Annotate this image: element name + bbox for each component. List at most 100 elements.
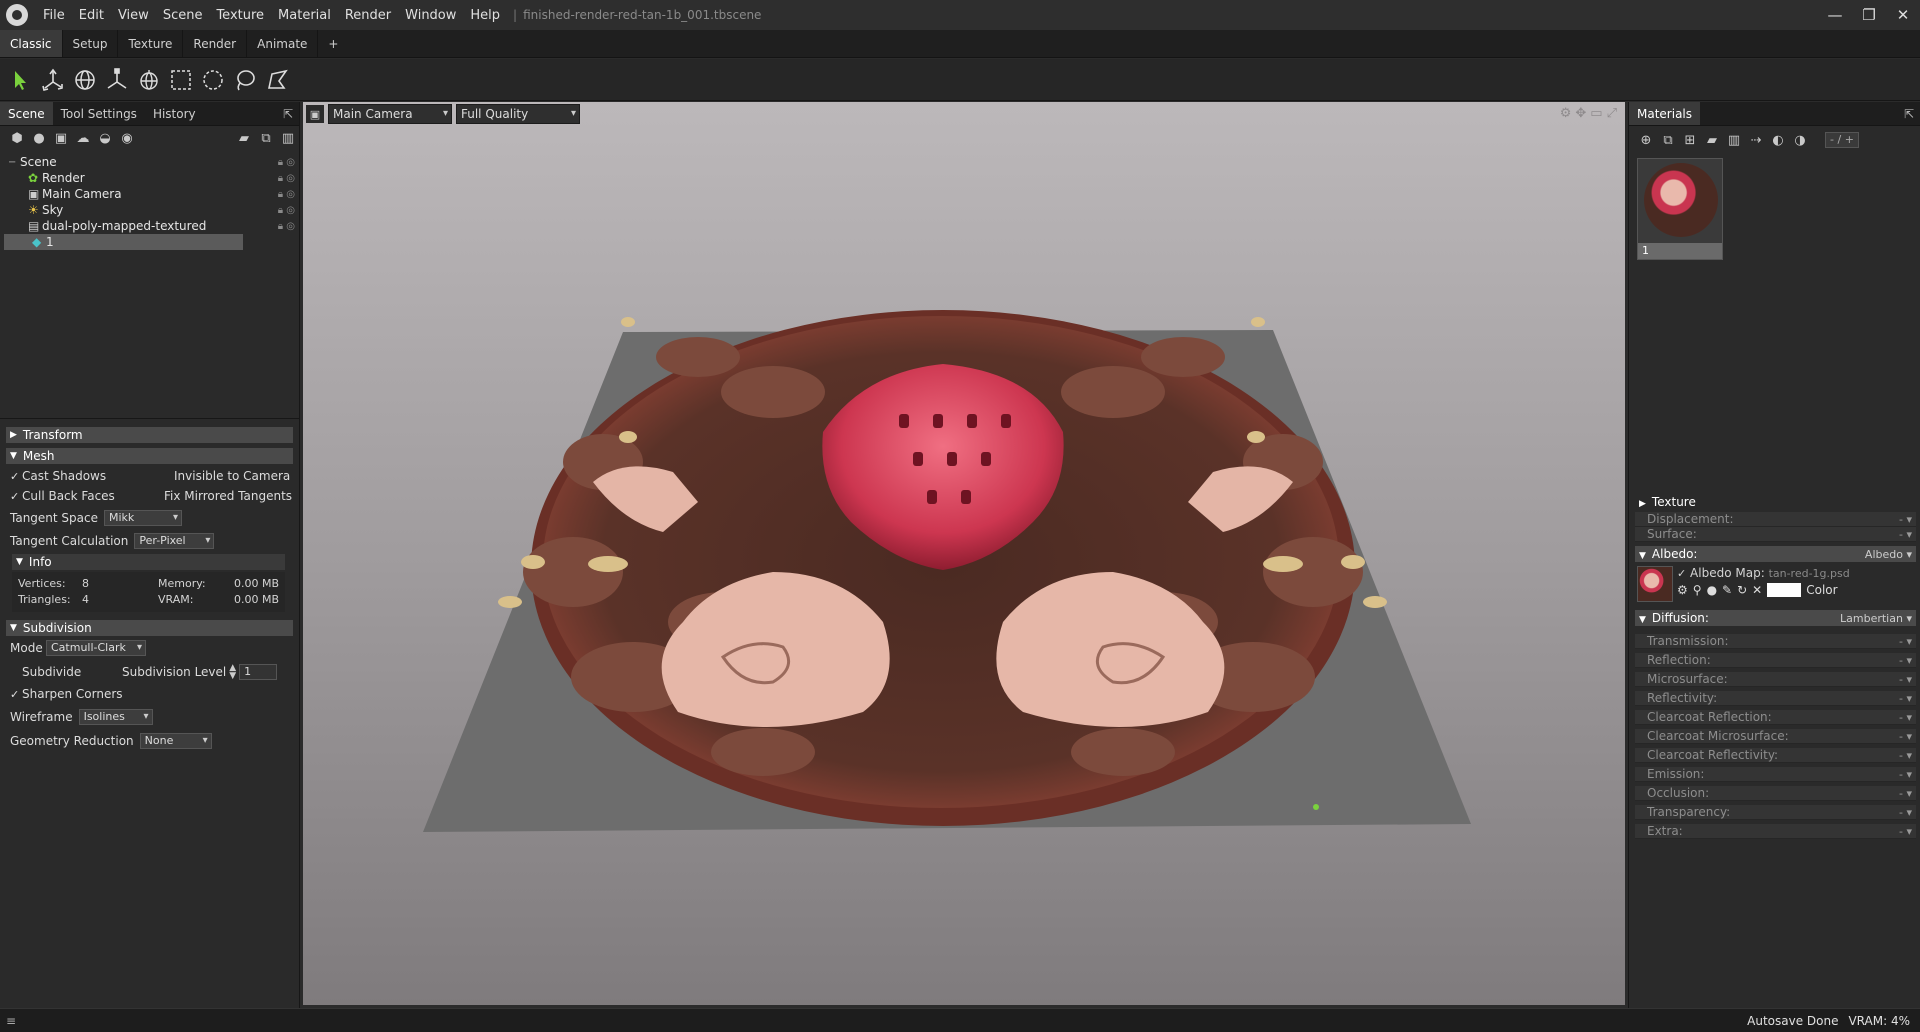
reload-icon[interactable]: ↻: [1737, 583, 1747, 597]
tab-tool-settings[interactable]: Tool Settings: [53, 102, 145, 125]
tree-item-render[interactable]: ✿ Render 🔒︎ ◎: [0, 170, 299, 186]
gear-icon[interactable]: ⚙: [1677, 583, 1688, 597]
trash-icon[interactable]: ▥: [1723, 130, 1745, 150]
close-button[interactable]: ✕: [1886, 0, 1920, 30]
displacement-row[interactable]: Displacement: - ▾: [1635, 512, 1916, 527]
lasso-select-icon[interactable]: [230, 65, 260, 95]
mode-dropdown[interactable]: Catmull-Clark: [46, 640, 146, 656]
tree-item-submesh[interactable]: ◆ 1: [4, 234, 243, 250]
scale-tool-icon[interactable]: [102, 65, 132, 95]
collapse-icon[interactable]: −: [8, 157, 20, 168]
minimize-button[interactable]: —: [1818, 0, 1852, 30]
geometry-reduction-dropdown[interactable]: None: [139, 732, 212, 749]
move-tool-icon[interactable]: [38, 65, 68, 95]
select-tool-icon[interactable]: [6, 65, 36, 95]
lock-visibility-icons[interactable]: 🔒︎ ◎: [278, 157, 295, 168]
add-sky-icon[interactable]: ☁: [72, 128, 94, 148]
folder-icon[interactable]: ▰: [1701, 130, 1723, 150]
subdivision-section-header[interactable]: ▼ Subdivision: [6, 620, 293, 636]
material-grid-icon[interactable]: ⊞: [1679, 130, 1701, 150]
duplicate-material-icon[interactable]: ⧉: [1657, 130, 1679, 150]
tree-item-mesh-object[interactable]: ▤ dual-poly-mapped-textured 🔒︎ ◎: [0, 218, 299, 234]
lock-visibility-icons[interactable]: 🔒︎ ◎: [278, 205, 295, 216]
cast-shadows-checkbox[interactable]: ✓: [10, 470, 22, 483]
export-material-icon[interactable]: ◑: [1789, 130, 1811, 150]
tab-animate[interactable]: Animate: [247, 30, 319, 57]
reflectivity-row[interactable]: Reflectivity: - ▾: [1635, 691, 1916, 706]
console-icon[interactable]: ≡: [6, 1014, 16, 1028]
tree-item-scene[interactable]: − Scene 🔒︎ ◎: [0, 154, 299, 170]
menu-file[interactable]: File: [36, 8, 72, 23]
occlusion-row[interactable]: Occlusion: - ▾: [1635, 786, 1916, 801]
popout-icon[interactable]: ⇱: [1898, 102, 1920, 125]
menu-edit[interactable]: Edit: [72, 8, 111, 23]
sharpen-corners-checkbox[interactable]: ✓: [10, 688, 22, 701]
texture-section-header[interactable]: ▶ Texture: [1635, 494, 1916, 510]
surface-row[interactable]: Surface: - ▾: [1635, 527, 1916, 542]
lock-visibility-icons[interactable]: 🔒︎ ◎: [278, 221, 295, 232]
emission-row[interactable]: Emission: - ▾: [1635, 767, 1916, 782]
maximize-button[interactable]: ❐: [1852, 0, 1886, 30]
assign-material-icon[interactable]: ⇢: [1745, 130, 1767, 150]
tangent-calculation-dropdown[interactable]: Per-Pixel: [134, 532, 215, 549]
polygon-select-icon[interactable]: [262, 65, 292, 95]
menu-material[interactable]: Material: [271, 8, 338, 23]
tree-item-main-camera[interactable]: ▣ Main Camera 🔒︎ ◎: [0, 186, 299, 202]
circle-select-icon[interactable]: [198, 65, 228, 95]
material-thumbnail[interactable]: 1: [1637, 158, 1723, 260]
edit-icon[interactable]: ✎: [1722, 583, 1732, 597]
add-mesh-icon[interactable]: ⬢: [6, 128, 28, 148]
pick-material-icon[interactable]: ◐: [1767, 130, 1789, 150]
add-shadow-icon[interactable]: ◒: [94, 128, 116, 148]
trash-icon[interactable]: ▥: [277, 128, 299, 148]
tab-texture[interactable]: Texture: [118, 30, 184, 57]
reflection-row[interactable]: Reflection: - ▾: [1635, 653, 1916, 668]
add-audio-icon[interactable]: ◉: [116, 128, 138, 148]
menu-texture[interactable]: Texture: [209, 8, 271, 23]
diffusion-section-header[interactable]: ▼ Diffusion: Lambertian ▾: [1635, 610, 1916, 626]
menu-view[interactable]: View: [111, 8, 156, 23]
albedo-section-header[interactable]: ▼ Albedo: Albedo ▾: [1635, 546, 1916, 562]
new-material-icon[interactable]: ⊕: [1635, 130, 1657, 150]
pivot-tool-icon[interactable]: [134, 65, 164, 95]
transmission-row[interactable]: Transmission: - ▾: [1635, 634, 1916, 649]
folder-icon[interactable]: ▰: [233, 128, 255, 148]
extra-row[interactable]: Extra: - ▾: [1635, 824, 1916, 839]
menu-render[interactable]: Render: [338, 8, 398, 23]
clearcoat-reflection-row[interactable]: Clearcoat Reflection: - ▾: [1635, 710, 1916, 725]
search-icon[interactable]: ⚲: [1693, 583, 1702, 597]
wireframe-dropdown[interactable]: Isolines: [78, 708, 153, 725]
menu-help[interactable]: Help: [463, 8, 507, 23]
popout-icon[interactable]: ⇱: [277, 102, 299, 125]
tab-scene[interactable]: Scene: [0, 102, 53, 125]
menu-scene[interactable]: Scene: [156, 8, 210, 23]
tangent-space-dropdown[interactable]: Mikk: [104, 509, 182, 526]
menu-window[interactable]: Window: [398, 8, 463, 23]
tab-history[interactable]: History: [145, 102, 204, 125]
clear-icon[interactable]: ✕: [1752, 583, 1762, 597]
rect-select-icon[interactable]: [166, 65, 196, 95]
material-counter[interactable]: - / +: [1825, 132, 1859, 148]
stepper-arrows-icon[interactable]: ▲ ▼: [229, 664, 236, 681]
tab-render[interactable]: Render: [183, 30, 248, 57]
add-light-icon[interactable]: ●: [28, 128, 50, 148]
tab-setup[interactable]: Setup: [63, 30, 119, 57]
albedo-map-thumbnail[interactable]: [1637, 566, 1673, 602]
lock-visibility-icons[interactable]: 🔒︎ ◎: [278, 189, 295, 200]
albedo-map-filename[interactable]: tan-red-1g.psd: [1769, 567, 1850, 580]
tree-item-sky[interactable]: ☀ Sky 🔒︎ ◎: [0, 202, 299, 218]
microsurface-row[interactable]: Microsurface: - ▾: [1635, 672, 1916, 687]
color-swatch[interactable]: [1767, 583, 1802, 597]
add-tab-button[interactable]: +: [318, 30, 348, 57]
transparency-row[interactable]: Transparency: - ▾: [1635, 805, 1916, 820]
diffusion-type-dropdown[interactable]: Lambertian ▾: [1840, 612, 1912, 625]
albedo-type-dropdown[interactable]: Albedo ▾: [1865, 548, 1912, 561]
cull-back-faces-checkbox[interactable]: ✓: [10, 490, 22, 503]
tab-materials[interactable]: Materials: [1629, 102, 1701, 125]
clearcoat-reflectivity-row[interactable]: Clearcoat Reflectivity: - ▾: [1635, 748, 1916, 763]
albedo-map-checkbox[interactable]: ✓: [1677, 567, 1686, 580]
subdivision-level-input[interactable]: 1: [239, 664, 278, 680]
clearcoat-microsurface-row[interactable]: Clearcoat Microsurface: - ▾: [1635, 729, 1916, 744]
mesh-section-header[interactable]: ▼ Mesh: [6, 448, 293, 464]
channel-icon[interactable]: ●: [1707, 583, 1717, 597]
